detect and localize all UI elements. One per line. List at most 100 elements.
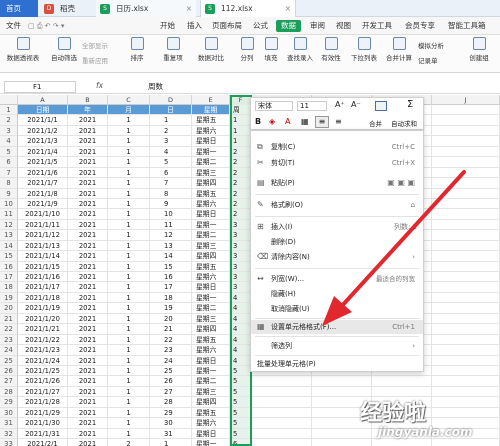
cell-date[interactable]: 2021/1/8	[18, 188, 68, 199]
cell-week[interactable]: 1	[230, 115, 252, 126]
cell-year[interactable]: 2021	[68, 407, 108, 419]
merge-button[interactable]: 合并	[369, 118, 382, 128]
cell-j[interactable]	[432, 198, 500, 210]
cell-day[interactable]: 20	[150, 313, 192, 325]
cell-month[interactable]: 1	[108, 136, 150, 147]
col-header-f[interactable]: F	[230, 95, 252, 105]
lookup-entry-button[interactable]: 查找录入	[286, 37, 314, 62]
cell-day[interactable]: 23	[150, 345, 192, 356]
cell-month[interactable]: 1	[108, 146, 150, 158]
cell-date[interactable]: 2021/1/18	[18, 292, 68, 304]
tab-daoke[interactable]: D 稻壳	[40, 0, 92, 17]
menu-item-format-cells[interactable]: ▦ 设置单元格格式(F)... Ctrl+1	[251, 320, 423, 334]
cell-j[interactable]	[432, 282, 500, 293]
cell-year[interactable]: 2021	[68, 261, 108, 272]
cell-weekday[interactable]: 星期六	[192, 198, 230, 210]
row-number[interactable]: 10	[0, 198, 18, 210]
cell-year[interactable]: 2021	[68, 439, 108, 446]
cell-j[interactable]	[432, 334, 500, 346]
cell-week[interactable]: 5	[230, 397, 252, 408]
cell-j[interactable]	[432, 345, 500, 356]
bold-icon[interactable]: B	[255, 117, 261, 126]
cell-weekday[interactable]: 星期五	[192, 188, 230, 199]
cell-j[interactable]	[432, 407, 500, 419]
font-size-box[interactable]: 11	[297, 101, 327, 111]
cell-date[interactable]: 2021/1/13	[18, 240, 68, 252]
column-count-input[interactable]: 列数: 1	[394, 220, 417, 234]
row-number[interactable]: 11	[0, 209, 18, 220]
row-number[interactable]: 15	[0, 251, 18, 262]
cell-year[interactable]: 2021	[68, 376, 108, 387]
cell-day[interactable]: 1	[150, 115, 192, 126]
cell-week[interactable]: 5	[230, 428, 252, 439]
cell-month[interactable]: 1	[108, 282, 150, 293]
cell-week[interactable]: 1	[230, 136, 252, 147]
menu-review[interactable]: 审阅	[310, 20, 325, 32]
cell-week[interactable]: 4	[230, 292, 252, 304]
cell-year[interactable]: 2021	[68, 209, 108, 220]
cell-j[interactable]	[432, 355, 500, 366]
cell-j[interactable]	[432, 125, 500, 137]
cell-day[interactable]: 17	[150, 282, 192, 293]
col-header-b[interactable]: B	[68, 95, 108, 105]
cell-week[interactable]: 5	[230, 418, 252, 429]
row-number[interactable]: 29	[0, 397, 18, 408]
cell-weekday[interactable]: 星期四	[192, 397, 230, 408]
cell-year[interactable]: 2021	[68, 386, 108, 398]
cell-month[interactable]: 1	[108, 386, 150, 398]
cell-month[interactable]: 1	[108, 240, 150, 252]
cell-weekday[interactable]: 星期二	[192, 230, 230, 241]
cell-date[interactable]: 2021/1/28	[18, 397, 68, 408]
row-number[interactable]: 25	[0, 355, 18, 366]
sort-button[interactable]: 排序	[126, 37, 148, 62]
cell-month[interactable]: 1	[108, 376, 150, 387]
cell-day[interactable]: 16	[150, 272, 192, 283]
cell-year[interactable]: 2021	[68, 178, 108, 189]
cell-j[interactable]	[432, 439, 500, 446]
cell-g[interactable]	[252, 407, 312, 419]
cell-date[interactable]: 2021/1/25	[18, 365, 68, 377]
cell-weekday[interactable]: 星期六	[192, 272, 230, 283]
cell-year[interactable]: 2021	[68, 282, 108, 293]
cell-day[interactable]: 2	[150, 125, 192, 137]
cell-weekday[interactable]: 星期五	[192, 261, 230, 272]
row-number[interactable]: 23	[0, 334, 18, 346]
cell-date[interactable]: 2021/2/1	[18, 439, 68, 446]
cell-weekday[interactable]: 星期日	[192, 136, 230, 147]
cell-date[interactable]: 2021/1/24	[18, 355, 68, 366]
cell-month[interactable]: 1	[108, 397, 150, 408]
cell-g[interactable]	[252, 397, 312, 408]
cell-year[interactable]: 2021	[68, 365, 108, 377]
cell-month[interactable]: 2	[108, 439, 150, 446]
row-number[interactable]: 28	[0, 386, 18, 398]
cell-j[interactable]	[432, 188, 500, 199]
cell-weekday[interactable]: 星期三	[192, 386, 230, 398]
show-all-button[interactable]: 全部显示	[82, 40, 108, 50]
merge-icon[interactable]	[375, 101, 387, 111]
cell-week[interactable]: 2	[230, 167, 252, 179]
cell-day[interactable]: 31	[150, 428, 192, 439]
name-box[interactable]: F1	[4, 81, 76, 93]
cell-year[interactable]: 2021	[68, 292, 108, 304]
cell-j[interactable]	[432, 292, 500, 304]
cell-month[interactable]: 1	[108, 178, 150, 189]
row-number[interactable]: 7	[0, 167, 18, 179]
cell-date[interactable]: 2021/1/16	[18, 272, 68, 283]
menu-item-clear[interactable]: ⌫ 清除内容(N) ›	[251, 250, 423, 264]
cell-j[interactable]	[432, 376, 500, 387]
menu-item-filter-column[interactable]: 筛选列 ›	[251, 339, 423, 353]
autosum-button[interactable]: 自动求和	[391, 118, 417, 128]
cell-j[interactable]	[432, 136, 500, 147]
cell-week[interactable]: 4	[230, 303, 252, 314]
cell-year[interactable]: 2021	[68, 125, 108, 137]
cell-weekday[interactable]: 星期六	[192, 418, 230, 429]
cell-day[interactable]: 6	[150, 167, 192, 179]
cell-weekday[interactable]: 星期四	[192, 178, 230, 189]
cell-year[interactable]: 2021	[68, 188, 108, 199]
cell-day[interactable]: 3	[150, 136, 192, 147]
tab-112-file[interactable]: S 112.xlsx ×	[200, 0, 296, 17]
consolidate-button[interactable]: 合并计算	[384, 37, 414, 62]
cell-day[interactable]: 8	[150, 188, 192, 199]
cell-weekday[interactable]: 星期日	[192, 428, 230, 439]
cell-week[interactable]: 2	[230, 209, 252, 220]
